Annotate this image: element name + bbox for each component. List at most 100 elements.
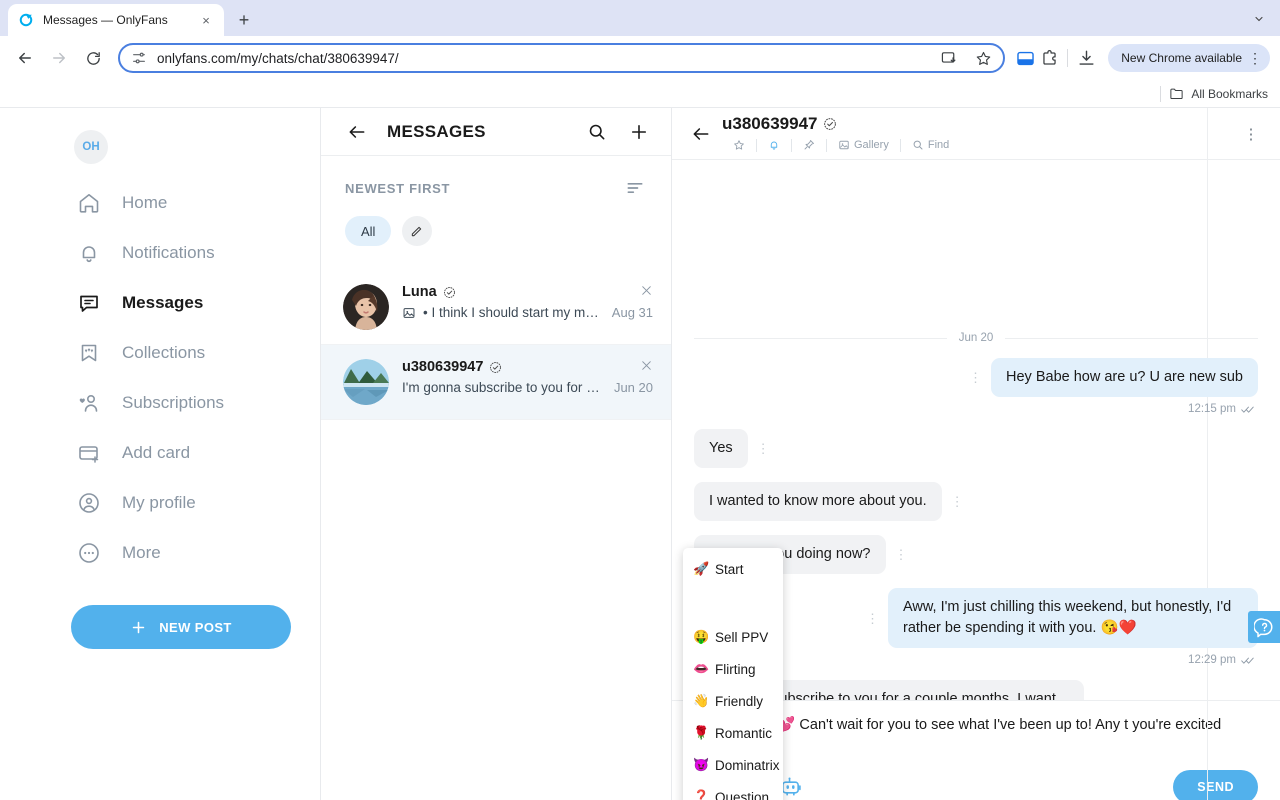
sidebar-item-my-profile[interactable]: My profile (0, 478, 320, 528)
gallery-button[interactable]: Gallery (827, 137, 900, 153)
bell-icon[interactable] (757, 137, 791, 153)
bookmark-star-icon[interactable] (973, 48, 993, 68)
wave-hand-icon: 👋 (693, 693, 710, 708)
verified-badge-icon (443, 286, 456, 299)
day-separator-label: Jun 20 (958, 332, 994, 344)
chat-username: u380639947 (722, 114, 818, 133)
dropdown-item-friendly[interactable]: 👋 Friendly (683, 685, 783, 717)
dropdown-item-label: Question (715, 789, 770, 800)
new-tab-button[interactable]: + (230, 6, 258, 34)
forward-icon (44, 43, 74, 73)
message-options-icon[interactable]: ⋮ (857, 612, 888, 625)
back-arrow-icon[interactable] (686, 119, 716, 149)
tab-title: Messages — OnlyFans (43, 13, 168, 27)
close-icon[interactable] (640, 359, 653, 372)
sidebar-item-messages[interactable]: Messages (0, 278, 320, 328)
conversation-name: u380639947 (402, 359, 484, 375)
separator-line (1005, 337, 1258, 339)
sidebar-item-home[interactable]: Home (0, 178, 320, 228)
bell-icon (76, 241, 101, 266)
sidebar-item-label: Collections (122, 343, 206, 362)
messages-list-header: MESSAGES (321, 108, 671, 156)
find-label: Find (927, 139, 950, 151)
side-panel-icon[interactable] (1015, 48, 1035, 68)
dropdown-item-romantic[interactable]: 🌹 Romantic (683, 717, 783, 749)
dropdown-item-blank (683, 585, 783, 621)
star-icon[interactable] (722, 137, 756, 153)
browser-toolbar: onlyfans.com/my/chats/chat/380639947/ Ne… (0, 36, 1280, 80)
conversation-date: Aug 31 (611, 305, 653, 320)
sort-filter-icon[interactable] (623, 176, 647, 200)
close-icon[interactable] (640, 284, 653, 297)
find-button[interactable]: Find (901, 137, 960, 153)
message-options-icon[interactable]: ⋮ (886, 548, 917, 561)
avatar (343, 359, 389, 405)
dropdown-item-question[interactable]: ❓ Question (683, 781, 783, 800)
new-post-button[interactable]: NEW POST (71, 605, 291, 649)
dropdown-item-sell-ppv[interactable]: 🤑 Sell PPV (683, 621, 783, 653)
edit-pencil-icon[interactable] (402, 216, 433, 246)
send-button[interactable]: SEND (1173, 770, 1258, 800)
downloads-icon[interactable] (1076, 48, 1096, 68)
message-options-icon[interactable]: ⋮ (960, 371, 991, 384)
install-app-icon[interactable] (939, 48, 959, 68)
message-timestamp-row: 12:15 pm (694, 403, 1258, 415)
dropdown-item-start[interactable]: 🚀 Start (683, 553, 783, 585)
message-options-icon[interactable]: ⋮ (942, 495, 973, 508)
credit-card-icon (76, 441, 101, 466)
dropdown-item-flirting[interactable]: 👄 Flirting (683, 653, 783, 685)
dropdown-item-label: Dominatrix (715, 757, 780, 773)
dropdown-item-label: Romantic (715, 725, 773, 741)
money-face-icon: 🤑 (693, 629, 710, 644)
toolbar-divider (1067, 49, 1069, 67)
back-arrow-icon[interactable] (345, 120, 369, 144)
bookmark-divider (1160, 85, 1162, 102)
sidebar-item-collections[interactable]: Collections (0, 328, 320, 378)
list-item-title-row: u380639947 (402, 359, 653, 375)
sidebar-item-add-card[interactable]: Add card (0, 428, 320, 478)
quick-reply-dropdown[interactable]: 🚀 Start 🤑 Sell PPV 👄 Flirting 👋 Friendly… (683, 548, 783, 800)
chat-title-row: u380639947 (722, 114, 1238, 134)
list-item[interactable]: Luna • I think I should start my mornin…… (321, 270, 671, 345)
help-button[interactable] (1248, 611, 1280, 643)
dropdown-item-dominatrix[interactable]: 😈 Dominatrix (683, 749, 783, 781)
browser-tab[interactable]: Messages — OnlyFans × (8, 4, 224, 36)
chevron-down-icon[interactable] (1246, 6, 1272, 32)
filter-chip-all[interactable]: All (345, 216, 392, 246)
new-post-label: NEW POST (159, 619, 232, 635)
verified-badge-icon (489, 361, 502, 374)
messages-list-panel: MESSAGES NEWEST FIRST All Luna • I think… (320, 108, 672, 800)
onlyfans-app: OH Home Notifications Messages Collectio… (0, 108, 1280, 800)
attachment-image-icon (402, 306, 416, 320)
sidebar-item-notifications[interactable]: Notifications (0, 228, 320, 278)
pin-icon[interactable] (792, 137, 826, 153)
list-item[interactable]: u380639947 I'm gonna subscribe to you fo… (321, 345, 671, 420)
rose-icon: 🌹 (693, 725, 710, 740)
search-icon[interactable] (585, 120, 609, 144)
sidebar: OH Home Notifications Messages Collectio… (0, 108, 320, 800)
sidebar-item-label: Notifications (122, 243, 215, 262)
avatar[interactable]: OH (74, 130, 108, 164)
extensions-icon[interactable] (1039, 48, 1059, 68)
message-row-outgoing: ⋮ Hey Babe how are u? U are new sub (694, 358, 1258, 398)
chrome-update-button[interactable]: New Chrome available ⋮ (1108, 44, 1270, 72)
all-bookmarks-button[interactable]: All Bookmarks (1169, 86, 1268, 101)
chrome-menu-icon[interactable]: ⋮ (1248, 51, 1262, 65)
list-item-preview-row: I'm gonna subscribe to you for a cou… Ju… (402, 380, 653, 395)
message-bubble: I wanted to know more about you. (694, 482, 942, 522)
address-bar[interactable]: onlyfans.com/my/chats/chat/380639947/ (118, 43, 1006, 73)
sidebar-item-more[interactable]: More (0, 528, 320, 578)
new-message-icon[interactable] (627, 120, 651, 144)
message-icon (76, 291, 101, 316)
dropdown-item-label: Sell PPV (715, 629, 769, 645)
reload-icon[interactable] (78, 43, 108, 73)
chat-header: u380639947 Gallery Find ⋮ (672, 108, 1280, 160)
chat-menu-icon[interactable]: ⋮ (1238, 121, 1264, 147)
message-options-icon[interactable]: ⋮ (748, 442, 779, 455)
sidebar-item-subscriptions[interactable]: Subscriptions (0, 378, 320, 428)
back-icon[interactable] (10, 43, 40, 73)
conversation-preview: • I think I should start my mornin… (423, 305, 605, 320)
message-time: 12:15 pm (1188, 403, 1236, 416)
site-settings-icon[interactable] (130, 50, 147, 67)
close-icon[interactable]: × (198, 12, 214, 28)
